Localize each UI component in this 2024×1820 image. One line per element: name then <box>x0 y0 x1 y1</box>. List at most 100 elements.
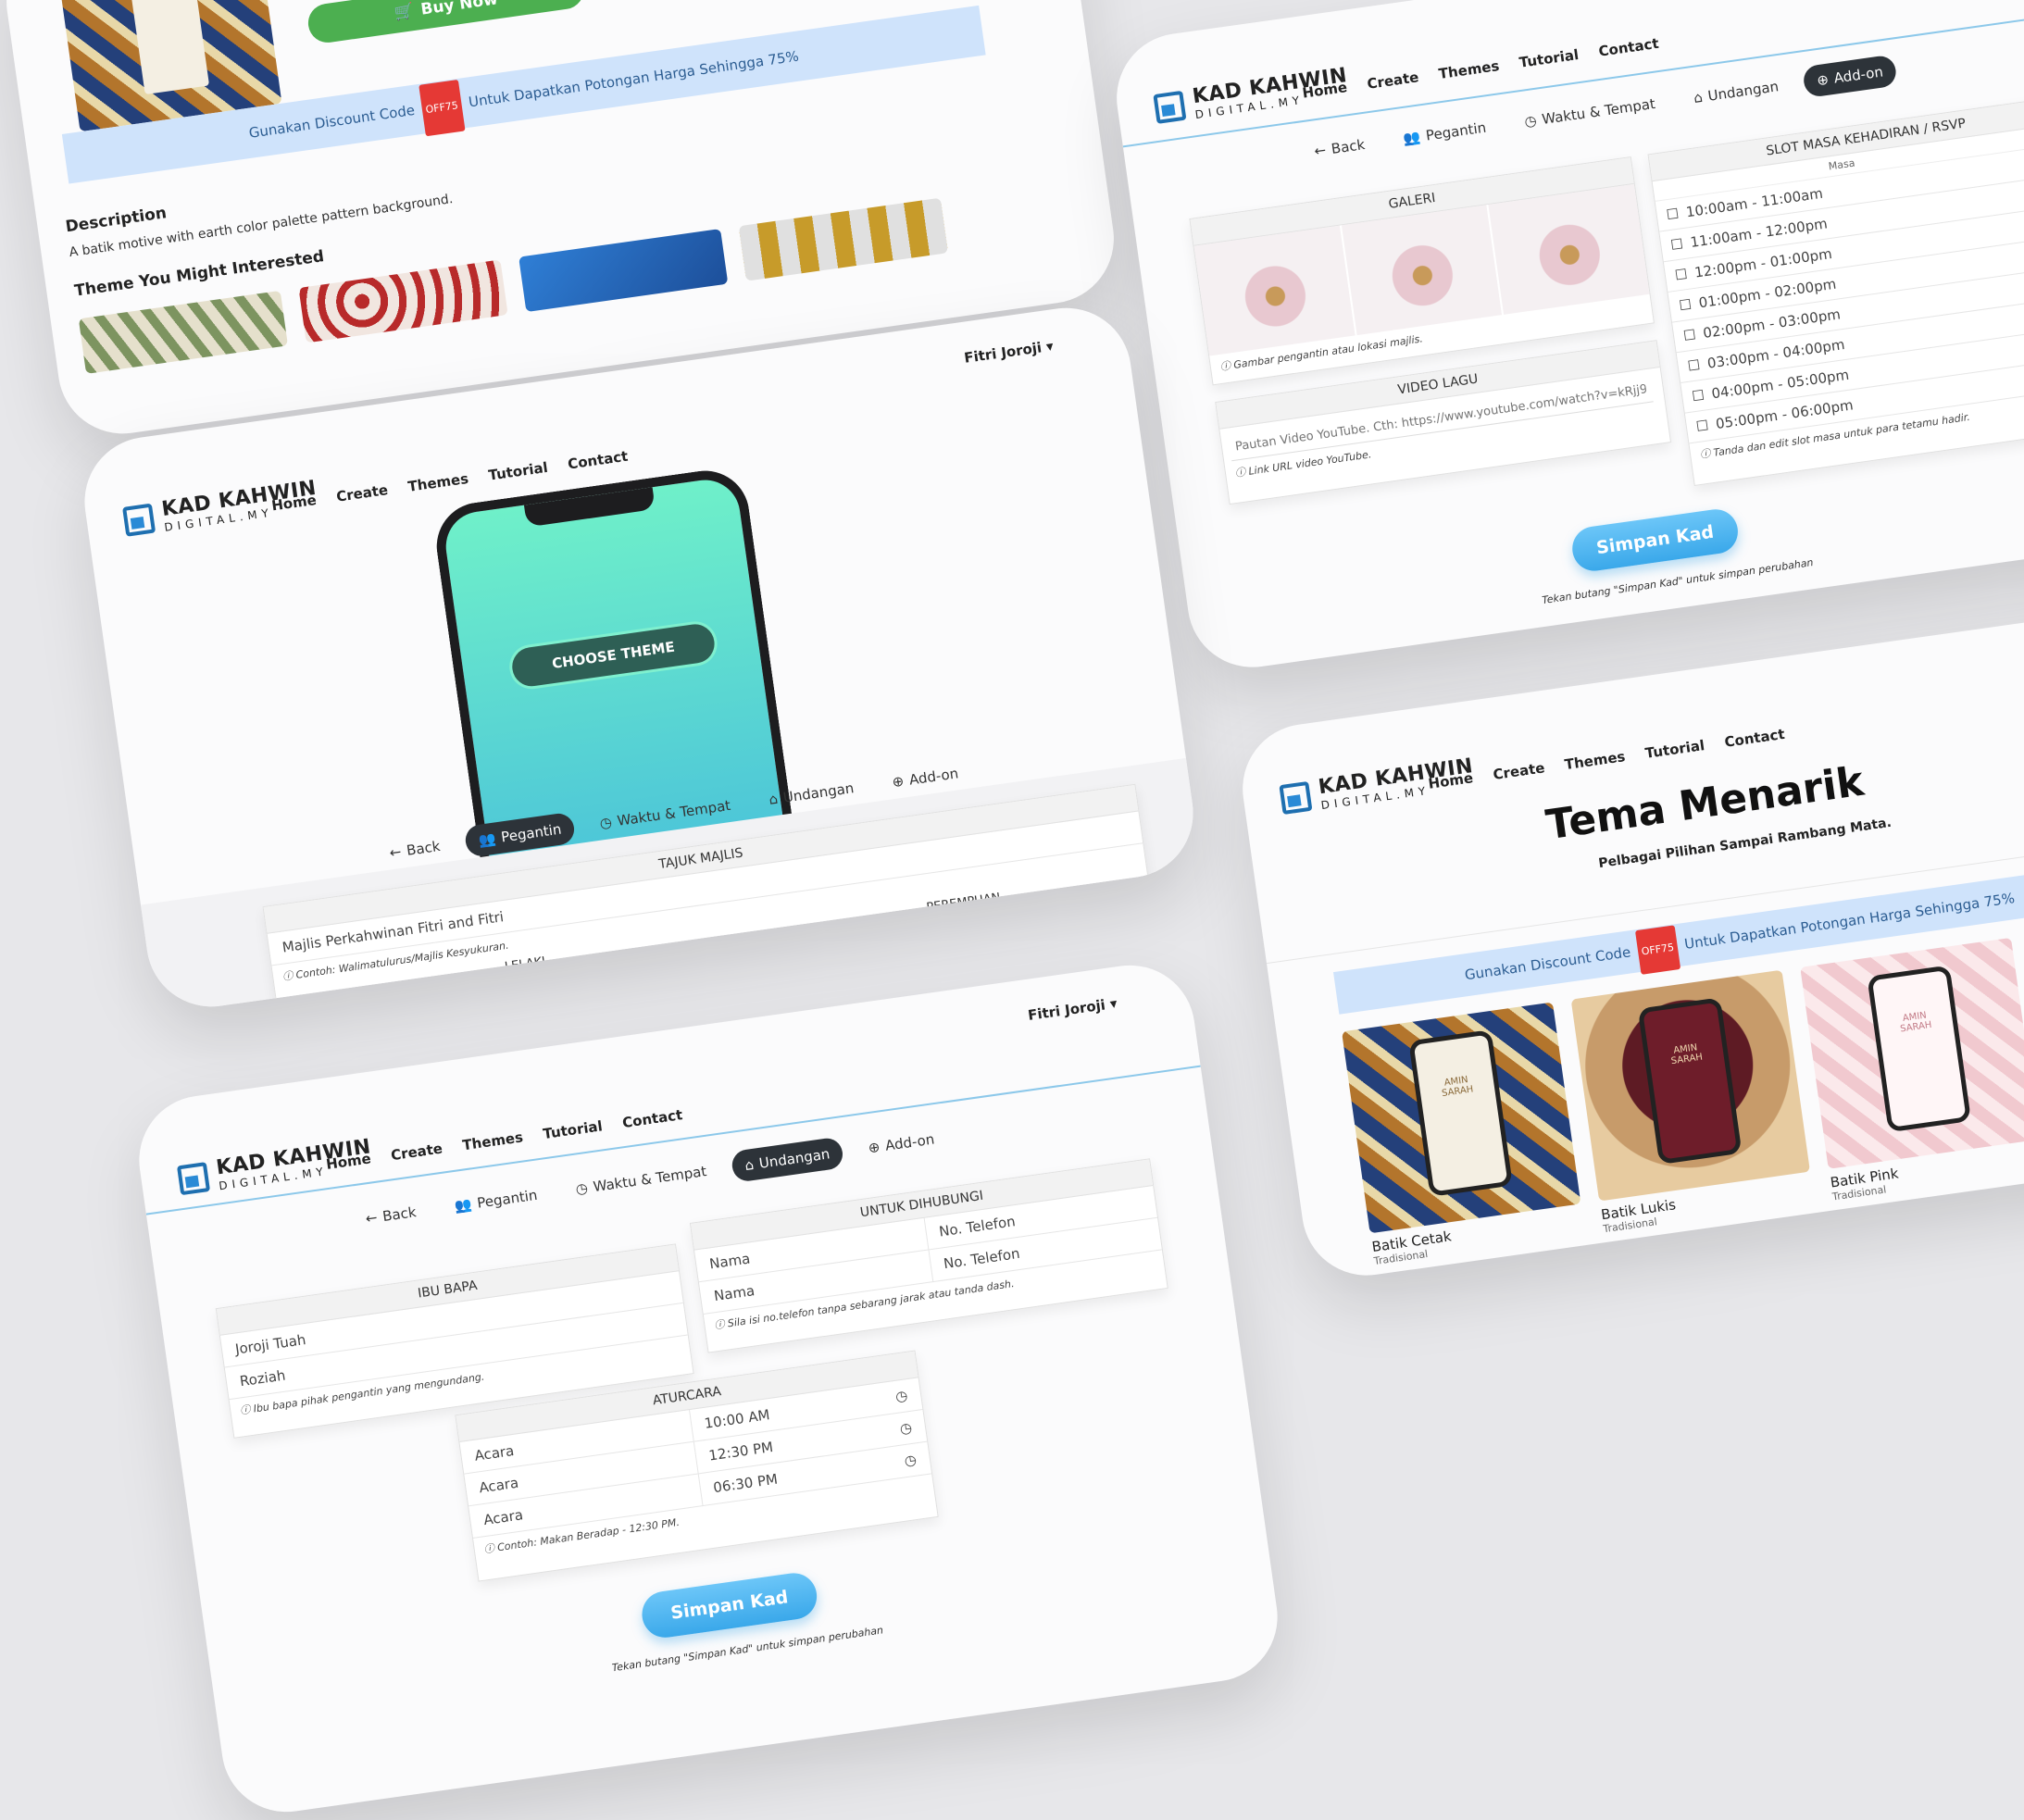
info-icon: ⓘ <box>239 1403 252 1417</box>
info-icon: ⓘ <box>482 1541 495 1556</box>
step-back[interactable]: ← Back <box>351 1194 431 1236</box>
user-name: Fitri Joroji <box>1027 996 1106 1024</box>
nav-tutorial[interactable]: Tutorial <box>1644 737 1705 762</box>
buy-now-label: Buy Now <box>419 0 499 19</box>
discount-suffix: Untuk Dapatkan Potongan Harga Sehingga 7… <box>467 47 800 111</box>
gallery-image-2[interactable] <box>1341 204 1505 336</box>
step-waktu[interactable]: ◷ Waktu & Tempat <box>1509 86 1670 139</box>
contact-panel: UNTUK DIHUBUNGI Nama No. Telefon Nama No… <box>689 1158 1168 1353</box>
nav-themes[interactable]: Themes <box>406 470 469 495</box>
step-pengantin[interactable]: 👥 Pegantin <box>1388 110 1501 156</box>
plus-circle-icon: ⊕ <box>891 772 906 792</box>
home-icon: ⌂ <box>743 1155 756 1175</box>
home-icon: ⌂ <box>1693 88 1704 106</box>
main-nav: Home Create Themes Tutorial Contact <box>1301 35 1659 102</box>
nav-themes[interactable]: Themes <box>461 1128 524 1153</box>
step-pengantin-label: Pegantin <box>476 1186 539 1212</box>
users-icon: 👥 <box>453 1195 473 1215</box>
clock-icon: ◷ <box>574 1179 590 1198</box>
theme-preview: AMIN SARAH <box>1570 969 1811 1202</box>
arrow-left-icon: ← <box>364 1209 379 1228</box>
step-undangan-label: Undangan <box>781 779 856 806</box>
logo-icon <box>176 1162 211 1196</box>
step-waktu[interactable]: ◷ Waktu & Tempat <box>561 1153 722 1206</box>
step-back[interactable]: ← Back <box>1299 127 1380 168</box>
gallery-image-3[interactable] <box>1488 183 1650 315</box>
schedule-time-value: 06:30 PM <box>712 1470 780 1497</box>
step-addon[interactable]: ⊕ Add-on <box>1802 54 1898 99</box>
theme-card-batik-lukis[interactable]: AMIN SARAH Batik Lukis Tradisional <box>1570 969 1816 1235</box>
clock-icon: ◷ <box>898 1418 914 1438</box>
related-theme-1[interactable] <box>78 290 288 374</box>
discount-prefix: Gunakan Discount Code <box>1463 943 1632 984</box>
nav-themes[interactable]: Themes <box>1564 748 1627 773</box>
step-back-label: Back <box>381 1203 418 1226</box>
secondary-button[interactable] <box>608 0 889 3</box>
theme-preview: AMIN SARAH <box>1800 937 2024 1169</box>
step-undangan[interactable]: ⌂ Undangan <box>1679 69 1793 115</box>
rsvp-page-card: KAD KAHWIN DIGITAL.MY Home Create Themes … <box>1108 0 2024 676</box>
slot-checkbox[interactable]: ☐ <box>1682 326 1697 344</box>
info-icon: ⓘ <box>1219 359 1231 373</box>
slot-panel: SLOT MASA KEHADIRAN / RSVP Masa 100 K ☐1… <box>1647 93 2024 487</box>
step-undangan-label: Undangan <box>757 1145 831 1172</box>
info-icon: ⓘ <box>281 969 294 983</box>
nav-contact[interactable]: Contact <box>1597 35 1659 60</box>
cart-icon: 🛒 <box>393 1 416 23</box>
related-theme-3[interactable] <box>518 229 729 313</box>
nav-tutorial[interactable]: Tutorial <box>1518 46 1580 71</box>
slot-checkbox[interactable]: ☐ <box>1674 266 1689 284</box>
users-icon: 👥 <box>1402 128 1422 148</box>
discount-code-badge: OFF75 <box>418 79 466 137</box>
save-card-button[interactable]: Simpan Kad <box>639 1570 820 1641</box>
schedule-time-value: 12:30 PM <box>707 1438 775 1465</box>
caret-down-icon: ▾ <box>1044 337 1055 355</box>
buy-now-button[interactable]: 🛒 Buy Now <box>306 0 587 45</box>
step-undangan-label: Undangan <box>1706 78 1780 105</box>
theme-card-batik-cetak[interactable]: AMIN SARAH Batik Cetak Tradisional <box>1342 1002 1586 1267</box>
nav-tutorial[interactable]: Tutorial <box>487 459 548 484</box>
nav-create[interactable]: Create <box>1366 69 1419 93</box>
slot-checkbox[interactable]: ☐ <box>1687 356 1702 375</box>
nav-create[interactable]: Create <box>1492 759 1545 783</box>
home-icon: ⌂ <box>768 790 780 808</box>
user-name: Fitri Joroji <box>963 339 1043 367</box>
slot-checkbox[interactable]: ☐ <box>1669 235 1684 254</box>
users-icon: 👥 <box>477 829 497 849</box>
clock-icon: ◷ <box>598 813 614 832</box>
nav-contact[interactable]: Contact <box>567 448 629 473</box>
step-addon-label: Add-on <box>883 1130 936 1154</box>
nav-themes[interactable]: Themes <box>1438 57 1501 82</box>
theme-preview: AMIN SARAH <box>1342 1002 1581 1234</box>
related-theme-2[interactable] <box>298 259 508 343</box>
step-pengantin-label: Pegantin <box>500 820 563 846</box>
related-theme-4[interactable] <box>738 197 948 281</box>
nav-create[interactable]: Create <box>335 481 389 505</box>
save-card-button[interactable]: Simpan Kad <box>1569 506 1742 574</box>
theme-card-batik-pink[interactable]: AMIN SARAH Batik Pink Tradisional <box>1800 937 2024 1203</box>
clock-icon: ◷ <box>893 1387 909 1405</box>
nav-contact[interactable]: Contact <box>621 1106 683 1131</box>
step-back-label: Back <box>1330 136 1367 157</box>
step-back-label: Back <box>405 837 442 859</box>
related-title: Theme You Might Interested <box>73 247 326 301</box>
slot-checkbox[interactable]: ☐ <box>1678 296 1693 315</box>
step-pengantin-label: Pegantin <box>1424 118 1488 144</box>
nav-tutorial[interactable]: Tutorial <box>542 1117 603 1142</box>
theme-card-next-2[interactable] <box>1605 1222 1821 1279</box>
step-undangan[interactable]: ⌂ Undangan <box>730 1136 845 1183</box>
info-icon: ⓘ <box>1234 466 1246 480</box>
user-menu[interactable]: Fitri Joroji ▾ <box>963 338 1055 367</box>
nav-create[interactable]: Create <box>390 1141 444 1165</box>
slot-checkbox[interactable]: ☐ <box>1666 206 1680 224</box>
step-addon[interactable]: ⊕ Add-on <box>854 1122 950 1166</box>
step-pengantin[interactable]: 👥 Pegantin <box>440 1178 553 1224</box>
user-menu[interactable]: Fitri Joroji ▾ <box>1027 995 1118 1024</box>
phone-notch <box>523 487 656 528</box>
gallery-image-1[interactable] <box>1193 225 1357 356</box>
slot-checkbox[interactable]: ☐ <box>1691 387 1705 405</box>
nav-contact[interactable]: Contact <box>1723 726 1785 751</box>
step-addon-label: Add-on <box>1832 63 1884 87</box>
choose-theme-button[interactable]: CHOOSE THEME <box>506 618 720 692</box>
slot-checkbox[interactable]: ☐ <box>1695 417 1710 435</box>
